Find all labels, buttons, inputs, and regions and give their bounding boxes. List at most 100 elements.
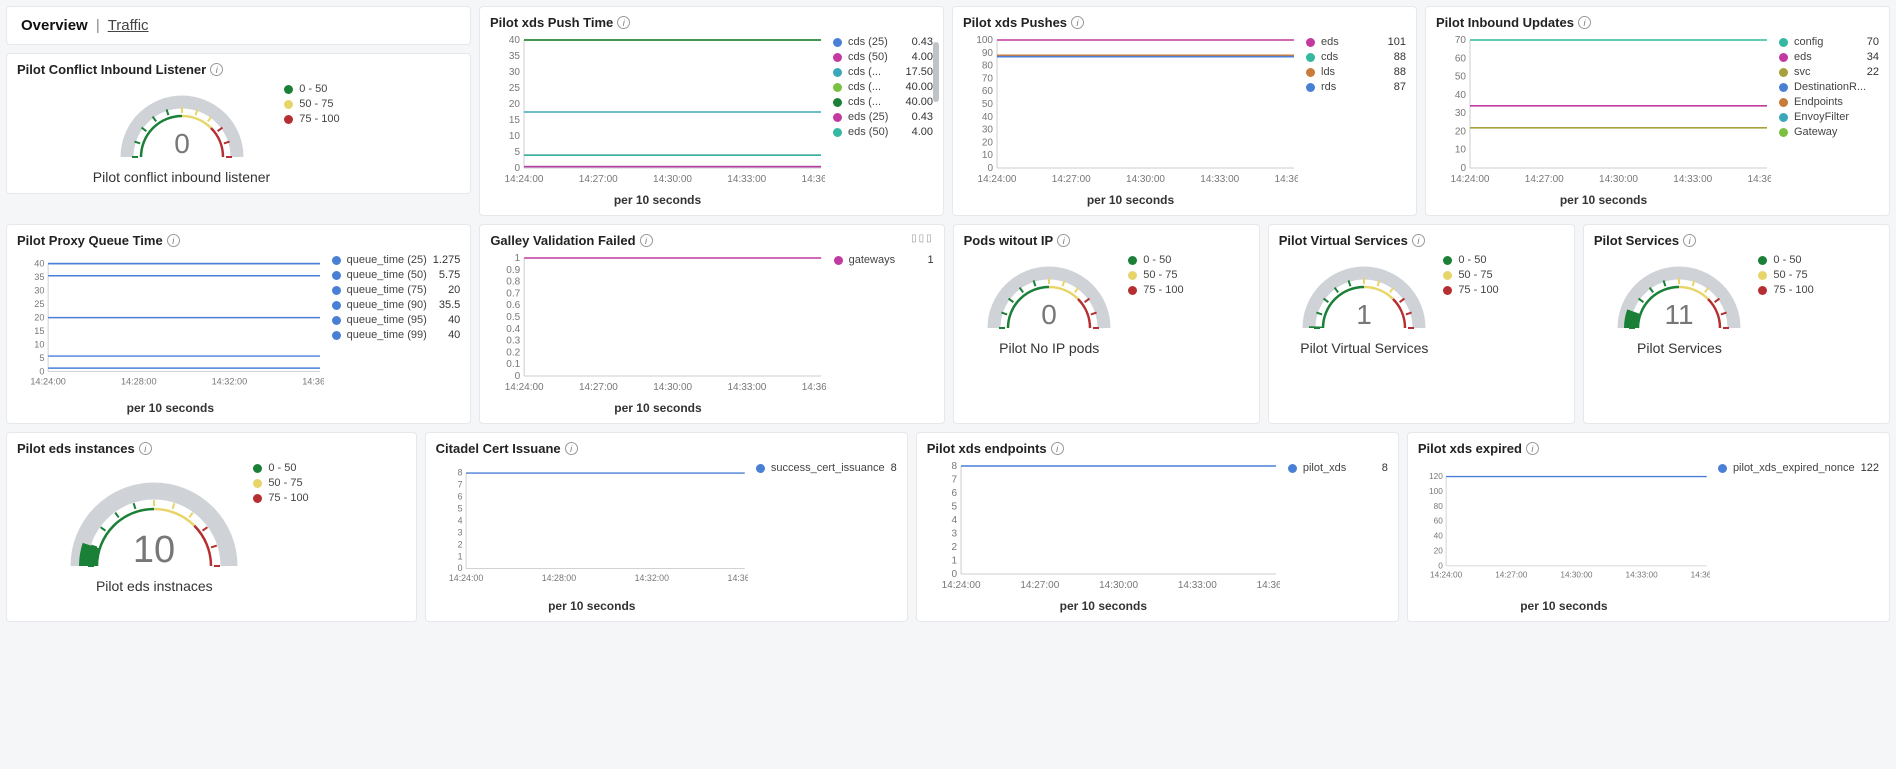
legend-item: 50 - 75 xyxy=(253,477,353,489)
svg-text:0: 0 xyxy=(515,371,521,382)
legend-item[interactable]: cds (...17.50 xyxy=(833,66,933,78)
svg-text:0.6: 0.6 xyxy=(507,300,521,311)
svg-text:11: 11 xyxy=(1665,299,1694,330)
legend-xds-pushes: eds101 cds88 lds88 rds87 xyxy=(1306,36,1406,207)
svg-text:14:36:00: 14:36:00 xyxy=(727,573,748,583)
legend-item[interactable]: cds (50)4.00 xyxy=(833,51,933,63)
svg-text:14:30:00: 14:30:00 xyxy=(654,382,693,393)
panel-inbound-updates: Pilot Inbound Updatesi 01020304050607014… xyxy=(1425,6,1890,216)
legend-item[interactable]: config70 xyxy=(1779,36,1879,48)
legend-item[interactable]: queue_time (50)5.75 xyxy=(332,269,461,281)
info-icon[interactable]: i xyxy=(1071,16,1084,29)
info-icon[interactable]: i xyxy=(1057,234,1070,247)
tab-traffic[interactable]: Traffic xyxy=(108,17,149,34)
panel-title: Pilot Conflict Inbound Listener xyxy=(17,62,206,77)
svg-text:14:36:00: 14:36:00 xyxy=(1691,570,1710,579)
gauge-services: 11 Pilot Services xyxy=(1614,254,1744,356)
legend-item[interactable]: cds (...40.00 xyxy=(833,96,933,108)
scrollbar[interactable] xyxy=(933,42,939,102)
info-icon[interactable]: i xyxy=(210,63,223,76)
legend-item[interactable]: queue_time (90)35.5 xyxy=(332,299,461,311)
legend-item[interactable]: eds101 xyxy=(1306,36,1406,48)
legend-item[interactable]: pilot_xds_expired_nonce122 xyxy=(1718,462,1879,474)
gauge-caption: Pilot Services xyxy=(1637,340,1722,356)
info-icon[interactable]: i xyxy=(640,234,653,247)
svg-text:14:33:00: 14:33:00 xyxy=(1178,580,1217,591)
svg-text:14:33:00: 14:33:00 xyxy=(1673,174,1712,185)
legend-item[interactable]: gateways1 xyxy=(834,254,934,266)
legend-item[interactable]: EnvoyFilter xyxy=(1779,111,1879,123)
svg-text:14:27:00: 14:27:00 xyxy=(1495,570,1528,579)
svg-text:14:24:00: 14:24:00 xyxy=(978,174,1017,185)
svg-text:30: 30 xyxy=(34,285,44,295)
svg-text:10: 10 xyxy=(509,131,521,142)
svg-text:60: 60 xyxy=(982,86,994,97)
legend-item: 50 - 75 xyxy=(1758,269,1858,281)
svg-text:8: 8 xyxy=(951,462,957,472)
legend-item[interactable]: eds34 xyxy=(1779,51,1879,63)
legend-item[interactable]: queue_time (75)20 xyxy=(332,284,461,296)
legend-item[interactable]: eds (25)0.43 xyxy=(833,111,933,123)
info-icon[interactable]: i xyxy=(1412,234,1425,247)
legend-item[interactable]: cds (25)0.43 xyxy=(833,36,933,48)
svg-text:14:36:00: 14:36:00 xyxy=(1256,580,1280,591)
svg-text:10: 10 xyxy=(133,529,175,571)
svg-text:30: 30 xyxy=(1455,108,1467,119)
legend-xds-endpoints: pilot_xds8 xyxy=(1288,462,1388,613)
legend-item[interactable]: DestinationR... xyxy=(1779,81,1879,93)
legend-item[interactable]: svc22 xyxy=(1779,66,1879,78)
chart-xds-endpoints: 01234567814:24:0014:27:0014:30:0014:33:0… xyxy=(927,462,1280,613)
panel-title: Pilot Virtual Services xyxy=(1279,233,1408,248)
info-icon[interactable]: i xyxy=(1578,16,1591,29)
info-icon[interactable]: i xyxy=(1051,442,1064,455)
chart-xds-expired: 02040608010012014:24:0014:27:0014:30:001… xyxy=(1418,462,1710,613)
legend-item[interactable]: success_cert_issuance8 xyxy=(756,462,897,474)
svg-text:14:32:00: 14:32:00 xyxy=(634,573,668,583)
panel-xds-endpoints: Pilot xds endpointsi 01234567814:24:0014… xyxy=(916,432,1399,622)
legend-inbound: config70 eds34 svc22 DestinationR... Endpoin… xyxy=(1779,36,1879,207)
svg-text:1: 1 xyxy=(457,551,462,561)
tabs-separator: | xyxy=(96,17,100,34)
info-icon[interactable]: i xyxy=(1526,442,1539,455)
svg-text:0.7: 0.7 xyxy=(507,288,521,299)
info-icon[interactable]: i xyxy=(1683,234,1696,247)
svg-text:14:36:00: 14:36:00 xyxy=(302,376,323,386)
svg-text:14:24:00: 14:24:00 xyxy=(941,580,980,591)
legend-item[interactable]: pilot_xds8 xyxy=(1288,462,1388,474)
svg-text:14:28:00: 14:28:00 xyxy=(121,376,157,386)
legend-item[interactable]: Endpoints xyxy=(1779,96,1879,108)
svg-text:80: 80 xyxy=(982,61,994,72)
info-icon[interactable]: i xyxy=(167,234,180,247)
legend-item[interactable]: queue_time (99)40 xyxy=(332,329,461,341)
legend-item: 50 - 75 xyxy=(1443,269,1543,281)
info-icon[interactable]: i xyxy=(139,442,152,455)
info-icon[interactable]: i xyxy=(565,442,578,455)
svg-text:14:24:00: 14:24:00 xyxy=(505,382,544,393)
panel-title: Pilot xds Pushes xyxy=(963,15,1067,30)
panel-title: Pilot Inbound Updates xyxy=(1436,15,1574,30)
tab-overview[interactable]: Overview xyxy=(21,17,88,34)
legend-galley: gateways1 xyxy=(834,254,934,415)
info-icon[interactable]: i xyxy=(617,16,630,29)
chart-citadel: 01234567814:24:0014:28:0014:32:0014:36:0… xyxy=(436,462,748,613)
panel-title: Pods witout IP xyxy=(964,233,1054,248)
svg-text:10: 10 xyxy=(34,339,44,349)
legend-item[interactable]: cds88 xyxy=(1306,51,1406,63)
xaxis-title: per 10 seconds xyxy=(927,599,1280,613)
svg-text:2: 2 xyxy=(457,539,462,549)
legend-item[interactable]: cds (...40.00 xyxy=(833,81,933,93)
panel-proxy-queue: Pilot Proxy Queue Timei 0510152025303540… xyxy=(6,224,471,424)
more-icon[interactable]: ▯▯▯ xyxy=(911,233,934,244)
legend-item: 75 - 100 xyxy=(253,492,353,504)
legend-item: 75 - 100 xyxy=(284,113,384,125)
legend-item[interactable]: queue_time (95)40 xyxy=(332,314,461,326)
svg-text:60: 60 xyxy=(1433,517,1443,526)
svg-text:14:30:00: 14:30:00 xyxy=(653,174,692,185)
legend-item[interactable]: eds (50)4.00 xyxy=(833,126,933,138)
legend-item[interactable]: queue_time (25)1.275 xyxy=(332,254,461,266)
svg-text:14:30:00: 14:30:00 xyxy=(1126,174,1165,185)
legend-item[interactable]: rds87 xyxy=(1306,81,1406,93)
gauge-conflict: 0 Pilot conflict inbound listener xyxy=(93,83,270,185)
legend-item[interactable]: Gateway xyxy=(1779,126,1879,138)
legend-item[interactable]: lds88 xyxy=(1306,66,1406,78)
